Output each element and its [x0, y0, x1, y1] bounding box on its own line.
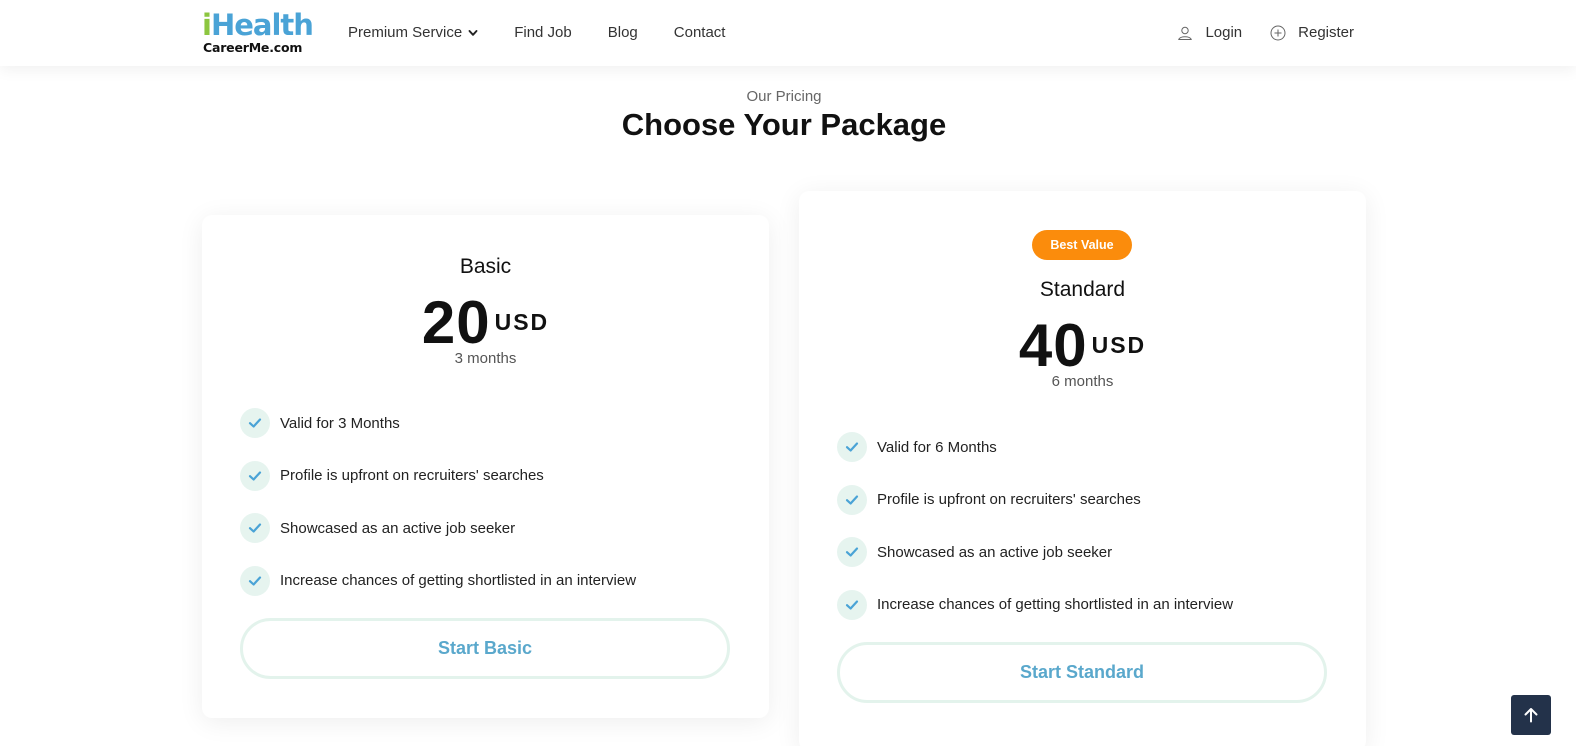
feature-item: Profile is upfront on recruiters' search… [837, 474, 1337, 527]
logo-subtitle: CareerMe.com [203, 40, 303, 55]
nav-label: Blog [607, 24, 638, 41]
feature-item: Showcased as an active job seeker [837, 526, 1337, 579]
main-nav: Premium Service Find Job Blog Contact [348, 22, 761, 44]
feature-item: Showcased as an active job seeker [240, 502, 740, 555]
feature-list: Valid for 3 Months Profile is upfront on… [240, 397, 740, 607]
section-title: Choose Your Package [621, 107, 947, 142]
nav-blog[interactable]: Blog [608, 22, 638, 44]
feature-item: Increase chances of getting shortlisted … [240, 555, 740, 608]
logo-wordmark: iHealth [202, 8, 314, 42]
auth-links: Login Register [1149, 22, 1354, 44]
check-icon [240, 513, 270, 544]
pricing-card-standard: Best Value Standard 40 USD 6 months Vali… [799, 191, 1366, 746]
feature-item: Increase chances of getting shortlisted … [837, 579, 1337, 632]
feature-text: Increase chances of getting shortlisted … [280, 572, 637, 590]
nav-label: Contact [673, 24, 726, 41]
chevron-down-icon [468, 30, 478, 36]
best-value-badge: Best Value [1032, 230, 1132, 260]
nav-find-job[interactable]: Find Job [514, 22, 572, 44]
price-currency: USD [1091, 332, 1147, 358]
check-icon [837, 589, 867, 620]
user-icon [1178, 26, 1193, 40]
feature-list: Valid for 6 Months Profile is upfront on… [837, 421, 1337, 631]
arrow-up-icon [1524, 708, 1538, 723]
feature-item: Valid for 6 Months [837, 421, 1337, 474]
check-icon [240, 408, 270, 439]
nav-label: Find Job [514, 24, 572, 41]
feature-text: Showcased as an active job seeker [280, 519, 516, 537]
price-currency: USD [494, 309, 550, 335]
logo-health: Health [210, 8, 314, 42]
nav-label: Premium Service [348, 24, 463, 41]
nav-premium-service[interactable]: Premium Service [348, 22, 478, 44]
start-basic-button[interactable]: Start Basic [240, 618, 730, 679]
plan-duration: 3 months [454, 350, 517, 367]
price-amount: 40 [1018, 312, 1088, 379]
feature-text: Showcased as an active job seeker [877, 543, 1113, 561]
feature-text: Profile is upfront on recruiters' search… [877, 491, 1141, 509]
plan-duration: 6 months [1051, 373, 1114, 390]
site-header: iHealth CareerMe.com Premium Service Fin… [0, 0, 1576, 66]
feature-text: Profile is upfront on recruiters' search… [280, 467, 544, 485]
start-standard-button[interactable]: Start Standard [837, 642, 1327, 703]
feature-text: Valid for 3 Months [280, 414, 400, 432]
check-icon [837, 432, 867, 463]
logo-i: i [202, 8, 212, 42]
nav-contact[interactable]: Contact [674, 22, 726, 44]
section-eyebrow: Our Pricing [746, 88, 822, 105]
plus-circle-icon [1270, 25, 1286, 41]
plan-name: Basic [459, 255, 512, 278]
register-label: Register [1298, 24, 1354, 41]
feature-text: Valid for 6 Months [877, 438, 997, 456]
pricing-card-basic: Basic 20 USD 3 months Valid for 3 Months… [202, 215, 769, 718]
site-logo[interactable]: iHealth CareerMe.com [202, 8, 314, 56]
check-icon [240, 565, 270, 596]
plan-name: Standard [1039, 278, 1126, 301]
feature-item: Profile is upfront on recruiters' search… [240, 450, 740, 503]
check-icon [837, 484, 867, 515]
price-amount: 20 [421, 289, 491, 356]
price: 40 USD [799, 316, 1366, 376]
feature-text: Increase chances of getting shortlisted … [877, 596, 1234, 614]
check-icon [837, 537, 867, 568]
scroll-to-top-button[interactable] [1511, 695, 1551, 735]
register-link[interactable]: Register [1270, 22, 1354, 44]
login-link[interactable]: Login [1177, 22, 1242, 44]
check-icon [240, 460, 270, 491]
feature-item: Valid for 3 Months [240, 397, 740, 450]
login-label: Login [1205, 24, 1243, 41]
price: 20 USD [202, 293, 769, 353]
